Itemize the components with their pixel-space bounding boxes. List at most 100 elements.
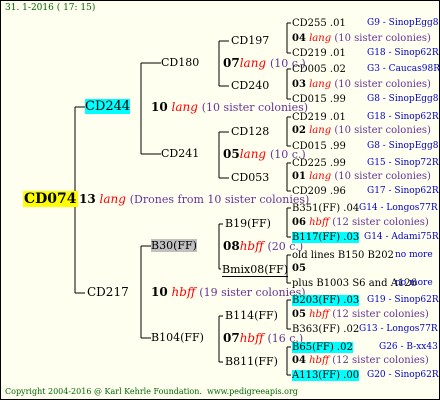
gen3-num-8: 04 [292, 355, 306, 366]
gen3-num-1: 04 [292, 33, 306, 44]
gen4-id-15[interactable]: B65(FF) .02 [292, 342, 353, 353]
gen3-lang-3: lang [309, 125, 332, 136]
footer-site[interactable]: www.pedigreeapis.org [207, 387, 298, 396]
gen2-id-3[interactable]: B30(FF) [151, 239, 197, 252]
gen3-id-7[interactable]: B114(FF) [225, 309, 278, 322]
root-desc: (Drones from 10 sister colonies) [129, 193, 310, 206]
gen1-dam-num: 10 [151, 285, 168, 299]
gen4-info-14: G13 - Longos77R [359, 324, 438, 334]
gen1-sire-num: 10 [151, 100, 168, 114]
gen2-id-1[interactable]: CD180 [161, 56, 199, 69]
gen3-lang-4: lang [309, 171, 332, 182]
gen4-id-10[interactable]: B117(FF) .03 [292, 232, 360, 243]
gen4-info-3: G3 - Caucas98R [367, 64, 440, 74]
gen2-num-2: 05 [223, 147, 240, 161]
gen3-summary-5: 06 hbff (12 sister colonies) [292, 217, 429, 228]
gen3-lang-5: hbff [309, 217, 330, 228]
footer: Copyright 2004-2016 @ Karl Kehrle Founda… [5, 387, 298, 396]
gen3-id-3[interactable]: CD128 [231, 125, 269, 138]
gen3-num-5: 06 [292, 217, 306, 228]
gen3-summary-2: 03 lang (10 sister colonies) [292, 79, 431, 90]
gen1-sire-id[interactable]: CD244 [85, 99, 131, 114]
gen4-id-9[interactable]: B351(FF) .04 [292, 203, 359, 214]
root-id[interactable]: CD074 [23, 191, 78, 207]
gen3-num-6: 05 [292, 263, 306, 274]
gen3-lang-8: hbff [309, 355, 330, 366]
gen4-id-11[interactable]: old lines B150 B202 [292, 250, 394, 261]
gen3-num-4: 01 [292, 171, 306, 182]
gen4-info-5: G18 - Sinop62R [367, 112, 439, 122]
gen4-info-4: G8 - SinopEgg86R [367, 94, 439, 104]
gen3-lang-2: lang [309, 79, 332, 90]
gen3-desc-7: (12 sister colonies) [332, 309, 429, 320]
gen2-num-4: 07 [223, 331, 240, 345]
gen3-desc-2: (10 sister colonies) [334, 79, 431, 90]
gen2-num-1: 07 [223, 56, 240, 70]
gen3-desc-8: (12 sister colonies) [332, 355, 429, 366]
gen4-info-7: G15 - Sinop72R [367, 158, 439, 168]
gen3-desc-4: (10 sister colonies) [334, 171, 431, 182]
gen1-sire-summary: 10 lang (10 sister colonies) [151, 100, 308, 114]
gen3-summary-4: 01 lang (10 sister colonies) [292, 171, 431, 182]
gen1-dam-desc: (19 sister colonies) [199, 286, 306, 299]
gen3-id-8[interactable]: B811(FF) [225, 355, 278, 368]
gen3-lang-1: lang [309, 33, 332, 44]
gen4-info-9: G14 - Longos77R [359, 203, 438, 213]
gen3-id-1[interactable]: CD197 [231, 34, 269, 47]
gen3-desc-3: (10 sister colonies) [334, 125, 431, 136]
gen3-summary-3: 02 lang (10 sister colonies) [292, 125, 431, 136]
gen4-info-10: G14 - Adami75R [364, 232, 439, 242]
gen3-summary-6: 05 [292, 263, 306, 274]
gen1-dam-summary: 10 hbff (19 sister colonies) [151, 285, 306, 299]
gen3-id-2[interactable]: CD240 [231, 79, 269, 92]
gen4-info-15: G26 - B-xx43 [379, 342, 438, 352]
root-num: 13 [79, 192, 96, 206]
gen2-lang-3: hbff [239, 239, 264, 253]
gen2-num-3: 08 [223, 239, 240, 253]
gen4-id-7[interactable]: CD225 .99 [292, 158, 346, 169]
gen1-sire-lang: lang [171, 100, 198, 114]
gen4-info-16: G20 - Sinop62R [367, 370, 439, 380]
root-lang: lang [99, 192, 126, 206]
gen2-id-2[interactable]: CD241 [161, 147, 199, 160]
footer-copyright: Copyright 2004-2016 @ Karl Kehrle Founda… [5, 387, 202, 396]
pedigree-canvas: 31. 1-2016 ( 17: 15) CD074 13 lang (Dron… [0, 0, 440, 400]
gen4-info-8: G17 - Sinop62R [367, 186, 439, 196]
gen4-id-13[interactable]: B203(FF) .03 [292, 295, 360, 306]
gen4-id-14[interactable]: B363(FF) .02 [292, 324, 359, 335]
root-summary: 13 lang (Drones from 10 sister colonies) [79, 192, 309, 206]
gen4-id-16[interactable]: A113(FF) .00 [292, 370, 360, 381]
gen4-info-13: G19 - Sinop62R [367, 295, 439, 305]
gen3-num-7: 05 [292, 309, 306, 320]
gen3-desc-5: (12 sister colonies) [332, 217, 429, 228]
gen4-info-2: G18 - Sinop62R [367, 48, 439, 58]
gen2-lang-1: lang [239, 56, 267, 70]
gen4-id-4[interactable]: CD015 .99 [292, 94, 346, 105]
gen4-info-6: G8 - SinopEgg86R [367, 141, 439, 151]
gen4-id-6[interactable]: CD015 .99 [292, 141, 346, 152]
gen4-id-8[interactable]: CD209 .96 [292, 186, 346, 197]
gen3-id-5[interactable]: B19(FF) [225, 217, 271, 230]
gen4-info-12: no more [395, 278, 433, 288]
gen4-id-5[interactable]: CD219 .01 [292, 112, 346, 123]
gen3-summary-1: 04 lang (10 sister colonies) [292, 33, 431, 44]
date-header: 31. 1-2016 ( 17: 15) [5, 3, 96, 13]
gen2-lang-2: lang [239, 147, 267, 161]
gen3-num-3: 02 [292, 125, 306, 136]
gen4-id-1[interactable]: CD255 .01 [292, 18, 346, 29]
gen3-id-4[interactable]: CD053 [231, 171, 269, 184]
gen3-num-2: 03 [292, 79, 306, 90]
gen3-desc-1: (10 sister colonies) [334, 33, 431, 44]
gen3-lang-7: hbff [309, 309, 330, 320]
gen3-id-6[interactable]: Bmix08(FF) [222, 263, 289, 277]
gen4-info-11: no more [395, 250, 433, 260]
gen4-id-3[interactable]: CD005 .02 [292, 64, 346, 75]
gen1-dam-id[interactable]: CD217 [87, 285, 129, 299]
gen3-summary-7: 05 hbff (12 sister colonies) [292, 309, 429, 320]
gen4-info-1: G9 - SinopEgg86R [367, 18, 439, 28]
gen2-lang-4: hbff [239, 331, 264, 345]
gen4-id-2[interactable]: CD219 .01 [292, 48, 346, 59]
gen3-summary-8: 04 hbff (12 sister colonies) [292, 355, 429, 366]
gen2-id-4[interactable]: B104(FF) [151, 331, 204, 344]
gen1-dam-lang: hbff [171, 285, 196, 299]
